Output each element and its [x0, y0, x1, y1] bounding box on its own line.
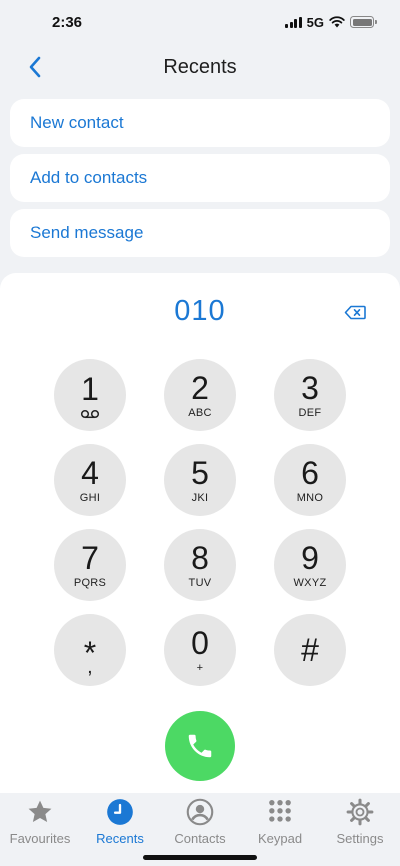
key-letters: ABC — [188, 407, 212, 419]
key-hash[interactable]: # — [274, 614, 346, 686]
key-9[interactable]: 9 WXYZ — [274, 529, 346, 601]
key-letters: MNO — [296, 492, 324, 504]
key-letters: JKI — [191, 492, 209, 504]
key-letters: GHI — [79, 492, 101, 504]
key-digit: 8 — [191, 540, 209, 576]
add-to-contacts-button[interactable]: Add to contacts — [10, 154, 390, 202]
key-letters: , — [87, 656, 93, 678]
phone-icon — [188, 734, 212, 758]
key-digit: 7 — [81, 540, 99, 576]
key-1[interactable]: 1 — [54, 359, 126, 431]
tab-label: Favourites — [9, 831, 71, 846]
wifi-icon — [329, 16, 345, 28]
key-digit: 3 — [301, 370, 319, 406]
key-letters: TUV — [188, 577, 212, 589]
new-contact-button[interactable]: New contact — [10, 99, 390, 147]
tab-label: Keypad — [257, 831, 303, 846]
network-type: 5G — [306, 14, 324, 30]
key-0[interactable]: 0 + — [164, 614, 236, 686]
key-digit: 9 — [301, 540, 319, 576]
key-2[interactable]: 2 ABC — [164, 359, 236, 431]
back-button[interactable] — [22, 54, 48, 80]
status-time: 2:36 — [52, 13, 83, 31]
star-icon — [28, 800, 52, 823]
signal-icon — [285, 16, 302, 28]
key-6[interactable]: 6 MNO — [274, 444, 346, 516]
key-letters: DEF — [298, 407, 322, 419]
keypad-icon — [269, 799, 291, 822]
key-digit: 0 — [191, 625, 209, 661]
home-indicator — [143, 855, 257, 860]
key-digit: 2 — [191, 370, 209, 406]
clock-icon — [107, 799, 133, 825]
tab-label: Settings — [336, 831, 384, 846]
key-7[interactable]: 7 PQRS — [54, 529, 126, 601]
key-letters: PQRS — [73, 577, 107, 589]
key-digit: 5 — [191, 455, 209, 491]
backspace-icon — [344, 305, 366, 319]
tab-favourites[interactable]: Favourites — [0, 793, 80, 866]
key-digit: # — [301, 632, 319, 668]
key-5[interactable]: 5 JKI — [164, 444, 236, 516]
tab-label: Contacts — [174, 831, 226, 846]
key-star[interactable]: * , — [54, 614, 126, 686]
key-letters: WXYZ — [293, 577, 327, 589]
key-digit: 6 — [301, 455, 319, 491]
send-message-button[interactable]: Send message — [10, 209, 390, 257]
tab-settings[interactable]: Settings — [320, 793, 400, 866]
key-8[interactable]: 8 TUV — [164, 529, 236, 601]
status-bar: 2:36 5G — [0, 0, 400, 44]
battery-icon — [350, 16, 377, 28]
page-title: Recents — [163, 55, 237, 78]
key-digit: 1 — [81, 370, 99, 407]
dialer-panel: 010 1 2 ABC 3 DEF 4 GHI 5 JKI 6 MNO 7 PQ… — [0, 273, 400, 793]
chevron-left-icon — [29, 56, 41, 78]
key-letters: + — [196, 662, 204, 674]
key-3[interactable]: 3 DEF — [274, 359, 346, 431]
key-digit: 4 — [81, 455, 99, 491]
call-button[interactable] — [165, 711, 235, 781]
dialed-number: 010 — [174, 295, 226, 327]
key-4[interactable]: 4 GHI — [54, 444, 126, 516]
header: Recents — [0, 44, 400, 90]
voicemail-icon — [80, 409, 100, 418]
status-indicators: 5G — [285, 14, 377, 30]
backspace-button[interactable] — [343, 302, 367, 322]
person-icon — [186, 798, 214, 826]
tab-label: Recents — [96, 831, 144, 846]
gear-icon — [346, 798, 374, 826]
